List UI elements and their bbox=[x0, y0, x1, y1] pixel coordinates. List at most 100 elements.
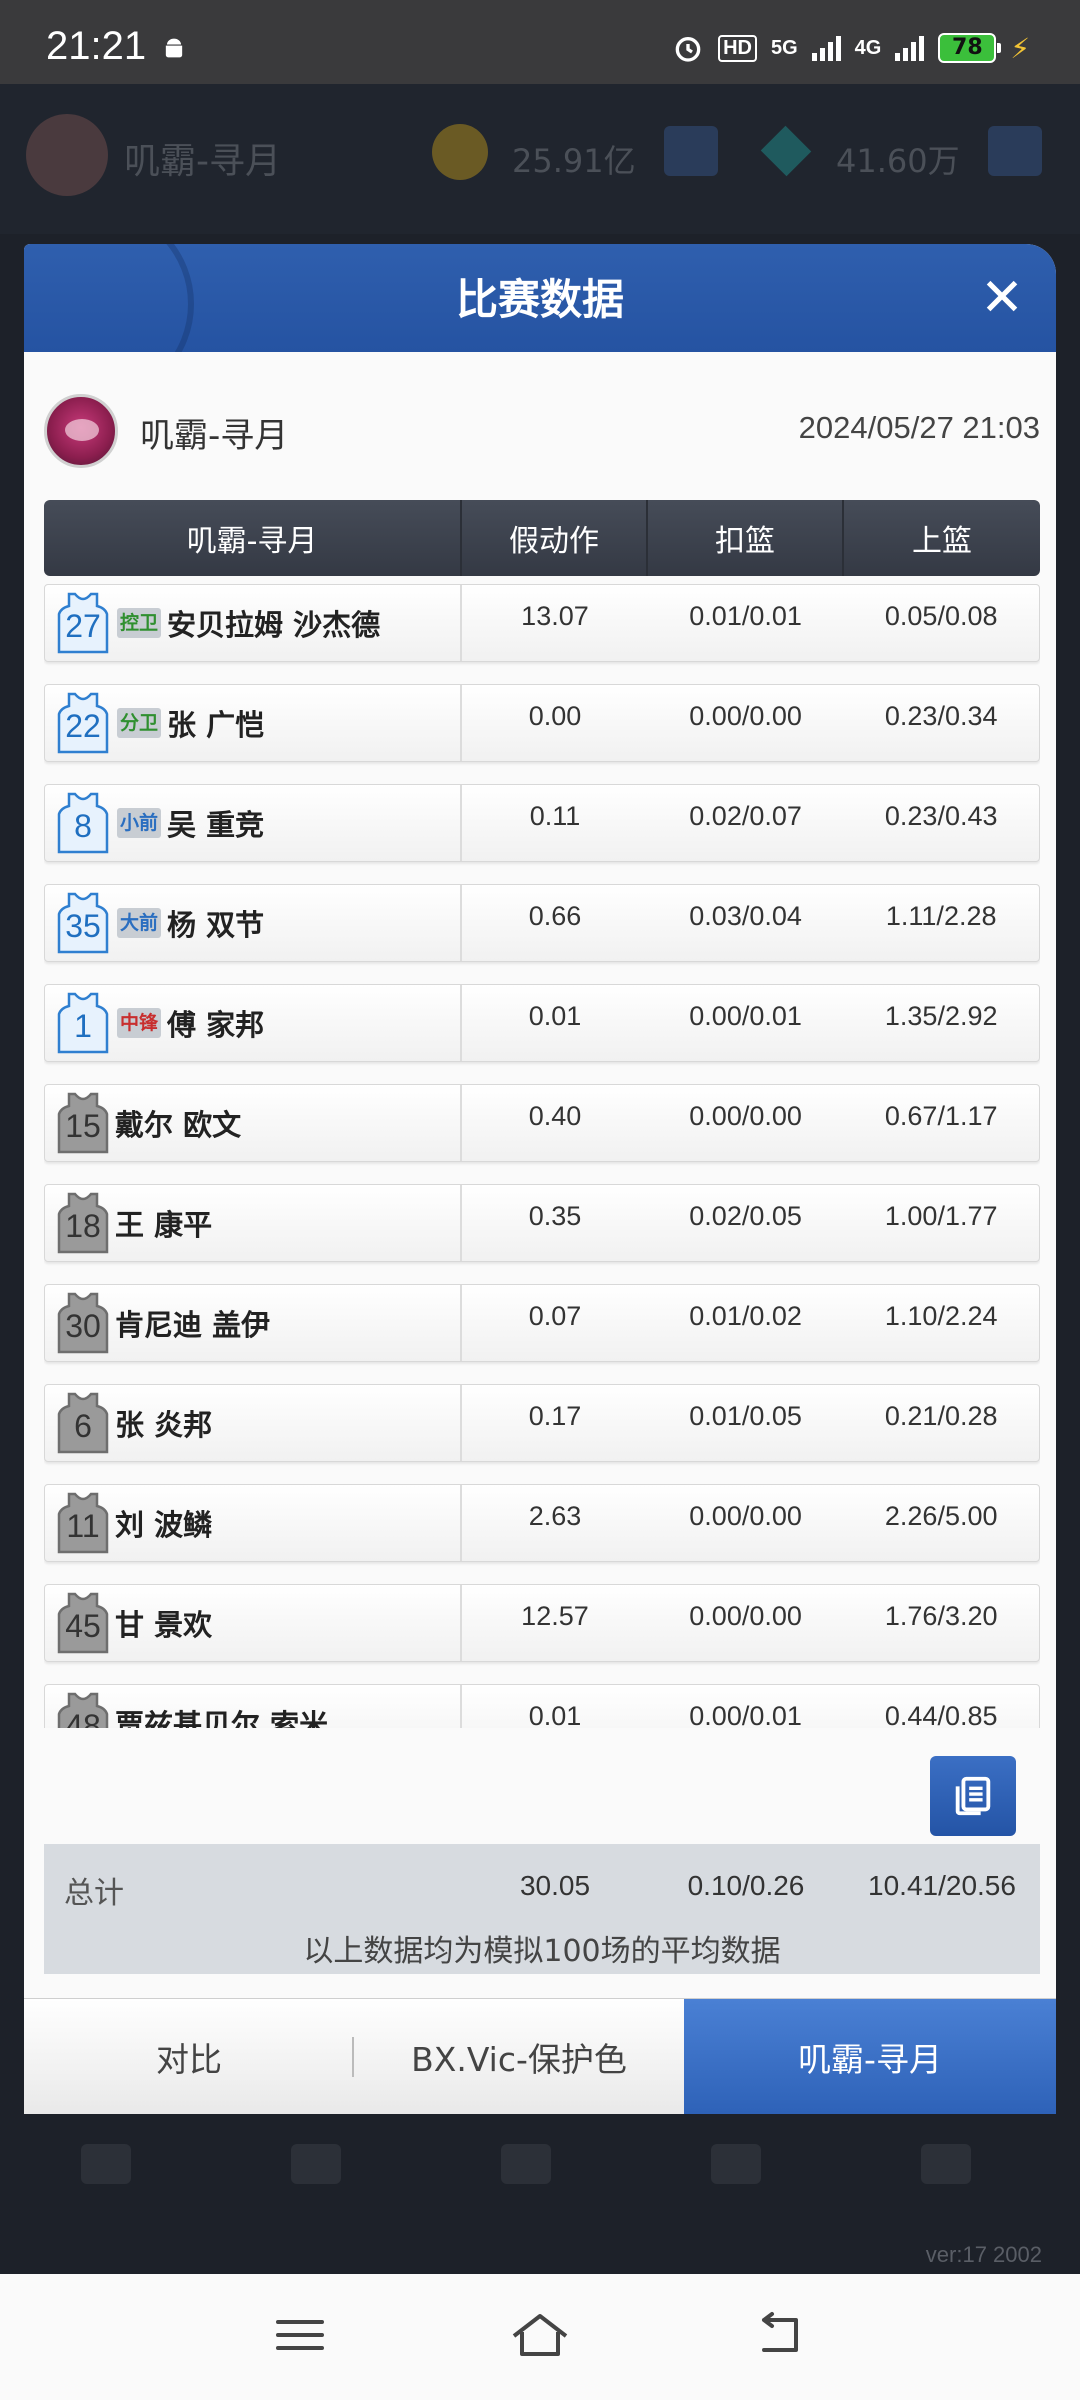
player-row[interactable]: 11 刘 波鳞 2.63 0.00/0.00 2.26/5.00 bbox=[44, 1484, 1040, 1562]
menu-button[interactable] bbox=[270, 2310, 330, 2360]
dunk-value: 0.00/0.00 bbox=[689, 701, 802, 731]
jersey-icon: 1 bbox=[57, 992, 109, 1054]
player-cell: 11 刘 波鳞 bbox=[45, 1485, 463, 1561]
home-button[interactable] bbox=[510, 2310, 570, 2360]
modal-title: 比赛数据 bbox=[455, 275, 624, 324]
jersey-number: 6 bbox=[74, 1408, 92, 1444]
player-name: 杨 双节 bbox=[167, 908, 265, 942]
layup-value: 1.00/1.77 bbox=[884, 1201, 998, 1231]
jersey-number: 15 bbox=[65, 1108, 101, 1144]
player-row[interactable]: 15 戴尔 欧文 0.40 0.00/0.00 0.67/1.17 bbox=[44, 1084, 1040, 1162]
close-button[interactable]: ✕ bbox=[972, 268, 1032, 328]
background-team-name: 叽霸-寻月 bbox=[124, 141, 281, 182]
charging-icon: ⚡ bbox=[1010, 31, 1030, 65]
player-cell: 48 贾兹基贝尔 索米… bbox=[45, 1685, 463, 1728]
player-row[interactable]: 30 肯尼迪 盖伊 0.07 0.01/0.02 1.10/2.24 bbox=[44, 1284, 1040, 1362]
close-icon: ✕ bbox=[980, 268, 1024, 328]
player-name: 安贝拉姆 沙杰德 bbox=[167, 608, 381, 642]
jersey-icon: 27 bbox=[57, 592, 109, 654]
layup-value: 0.23/0.43 bbox=[884, 801, 998, 831]
player-row[interactable]: 45 甘 景欢 12.57 0.00/0.00 1.76/3.20 bbox=[44, 1584, 1040, 1662]
jersey-number: 48 bbox=[65, 1708, 101, 1728]
fake-value: 12.57 bbox=[521, 1601, 589, 1631]
match-time: 2024/05/27 21:03 bbox=[798, 410, 1040, 445]
gem-value: 41.60万 bbox=[836, 142, 960, 180]
position-badge: 分卫 bbox=[117, 708, 162, 738]
fake-value: 13.07 bbox=[521, 601, 589, 631]
back-button[interactable] bbox=[750, 2310, 810, 2360]
jersey-icon: 48 bbox=[57, 1692, 109, 1728]
layup-value: 1.76/3.20 bbox=[884, 1601, 998, 1631]
copy-button[interactable] bbox=[930, 1756, 1016, 1836]
position-badge: 控卫 bbox=[117, 608, 162, 638]
layup-value: 1.35/2.92 bbox=[884, 1001, 998, 1031]
player-row[interactable]: 8 小前吴 重竞 0.11 0.02/0.07 0.23/0.43 bbox=[44, 784, 1040, 862]
tab-opponent-team[interactable]: BX.Vic-保护色 bbox=[354, 1999, 684, 2114]
jersey-number: 8 bbox=[74, 808, 92, 844]
jersey-icon: 22 bbox=[57, 692, 109, 754]
team-logo bbox=[44, 394, 118, 468]
player-row[interactable]: 1 中锋傅 家邦 0.01 0.00/0.01 1.35/2.92 bbox=[44, 984, 1040, 1062]
dunk-value: 0.02/0.05 bbox=[689, 1201, 802, 1231]
jersey-number: 18 bbox=[65, 1208, 101, 1244]
team-name: 叽霸-寻月 bbox=[140, 416, 289, 456]
column-header-team: 叽霸-寻月 bbox=[44, 500, 462, 576]
layup-value: 0.44/0.85 bbox=[884, 1701, 998, 1728]
status-bar: 21:21 HD 5G 4G 78 ⚡ bbox=[0, 0, 1080, 84]
tab-compare[interactable]: 对比 bbox=[24, 1999, 354, 2114]
background-header: 叽霸-寻月 25.91亿 41.60万 bbox=[0, 84, 1080, 234]
coin-icon bbox=[432, 124, 488, 180]
player-cell: 6 张 炎邦 bbox=[45, 1385, 463, 1461]
player-name: 傅 家邦 bbox=[167, 1008, 265, 1042]
jersey-number: 27 bbox=[65, 608, 101, 644]
dunk-value: 0.02/0.07 bbox=[689, 801, 802, 831]
player-stats-list[interactable]: 27 控卫 安贝拉姆 沙杰德 13.07 0.01/0.01 0.05/0.08 22 分卫张… bbox=[44, 584, 1040, 1728]
layup-value: 0.23/0.34 bbox=[884, 701, 998, 731]
fake-value: 0.17 bbox=[528, 1401, 582, 1431]
jersey-icon: 15 bbox=[57, 1092, 109, 1154]
player-name: 甘 景欢 bbox=[115, 1608, 213, 1642]
dunk-value: 0.03/0.04 bbox=[689, 901, 802, 931]
player-row[interactable]: 35 大前杨 双节 0.66 0.03/0.04 1.11/2.28 bbox=[44, 884, 1040, 962]
player-row[interactable]: 22 分卫张 广恺 0.00 0.00/0.00 0.23/0.34 bbox=[44, 684, 1040, 762]
player-row[interactable]: 6 张 炎邦 0.17 0.01/0.05 0.21/0.28 bbox=[44, 1384, 1040, 1462]
player-name: 戴尔 欧文 bbox=[115, 1108, 242, 1142]
totals-label: 总计 bbox=[64, 1876, 124, 1911]
player-name: 吴 重竞 bbox=[167, 808, 265, 842]
player-cell: 1 中锋傅 家邦 bbox=[45, 985, 463, 1061]
totals-row: 总计 30.05 0.10/0.26 10.41/20.56 以上数据均为模拟1… bbox=[44, 1844, 1040, 1974]
player-row[interactable]: 48 贾兹基贝尔 索米… 0.01 0.00/0.01 0.44/0.85 bbox=[44, 1684, 1040, 1728]
player-cell: 22 分卫张 广恺 bbox=[45, 685, 463, 761]
dunk-value: 0.00/0.01 bbox=[689, 1001, 802, 1031]
player-cell: 27 控卫 安贝拉姆 沙杰德 bbox=[45, 585, 463, 661]
jersey-icon: 30 bbox=[57, 1292, 109, 1354]
dunk-value: 0.01/0.05 bbox=[689, 1401, 802, 1431]
signal-icon bbox=[811, 35, 841, 61]
player-row[interactable]: 27 控卫 安贝拉姆 沙杰德 13.07 0.01/0.01 0.05/0.08 bbox=[44, 584, 1040, 662]
background-nav-item bbox=[56, 2144, 156, 2202]
background-nav-item bbox=[686, 2144, 786, 2202]
jersey-number: 1 bbox=[74, 1008, 92, 1044]
modal-header: 比赛数据 ✕ bbox=[24, 244, 1056, 404]
player-cell: 8 小前吴 重竞 bbox=[45, 785, 463, 861]
hd-indicator: HD bbox=[718, 34, 757, 62]
position-badge: 小前 bbox=[117, 808, 162, 838]
player-name: 贾兹基贝尔 索米… bbox=[115, 1708, 358, 1728]
player-name: 肯尼迪 盖伊 bbox=[115, 1308, 271, 1342]
player-cell: 30 肯尼迪 盖伊 bbox=[45, 1285, 463, 1361]
signal-icon-2 bbox=[895, 35, 925, 61]
jersey-icon: 35 bbox=[57, 892, 109, 954]
table-header: 叽霸-寻月 假动作 扣篮 上篮 bbox=[44, 500, 1040, 576]
player-row[interactable]: 18 王 康平 0.35 0.02/0.05 1.00/1.77 bbox=[44, 1184, 1040, 1262]
tab-own-team[interactable]: 叽霸-寻月 bbox=[684, 1999, 1056, 2114]
player-name: 张 广恺 bbox=[167, 708, 265, 742]
fake-value: 0.40 bbox=[528, 1101, 582, 1131]
dunk-value: 0.00/0.00 bbox=[689, 1101, 802, 1131]
network-4g: 4G bbox=[854, 36, 882, 59]
player-cell: 45 甘 景欢 bbox=[45, 1585, 463, 1661]
alarm-icon bbox=[675, 37, 701, 62]
jersey-number: 35 bbox=[65, 908, 101, 944]
player-cell: 15 戴尔 欧文 bbox=[45, 1085, 463, 1161]
status-icons: HD 5G 4G 78 ⚡ bbox=[672, 28, 1030, 68]
layup-value: 1.11/2.28 bbox=[885, 901, 997, 931]
